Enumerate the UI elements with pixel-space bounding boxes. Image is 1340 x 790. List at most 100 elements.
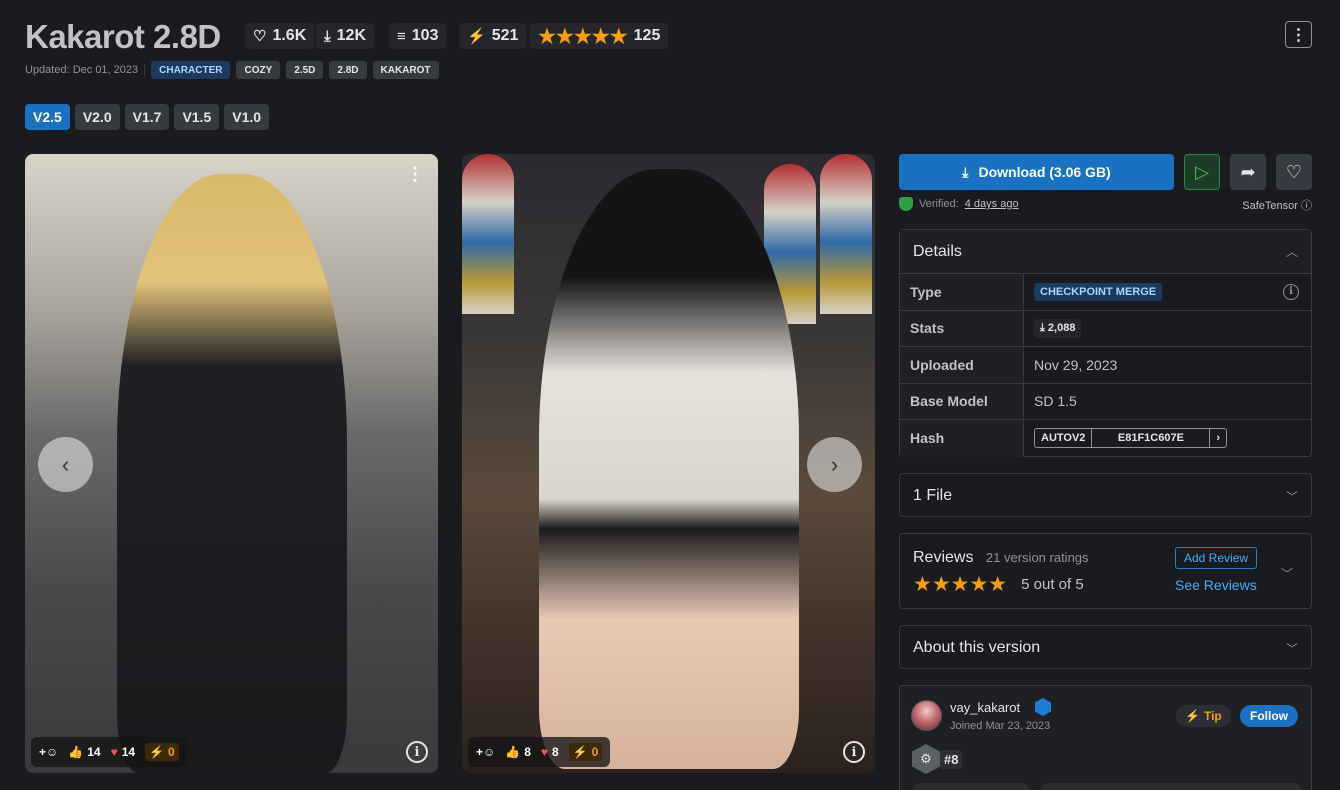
about-title: About this version	[913, 639, 1041, 656]
run-button[interactable]: ▷	[1184, 154, 1220, 190]
details-row-stats: Stats ⤓ 2,088	[900, 310, 1311, 347]
version-tab-v1-5[interactable]: V1.5	[174, 104, 220, 130]
likes-count: 1.6K	[272, 27, 307, 44]
reviews-count: 21 version ratings	[985, 550, 1089, 565]
details-row-type: Type CHECKPOINT MERGE i	[900, 274, 1311, 311]
image-kebab-icon[interactable]: ⋮	[406, 164, 424, 185]
image-reactions: +☺ 👍 14 ♥ 14 ⚡ 0	[31, 737, 187, 767]
buzz-count: 521	[491, 27, 519, 44]
details-row-hash: Hash AUTOV2 E81F1C607E ›	[900, 420, 1311, 457]
image-subject	[116, 174, 347, 773]
version-tab-v2-5[interactable]: V2.5	[25, 104, 70, 130]
avatar[interactable]	[911, 700, 942, 731]
creator-stat-pill	[1040, 783, 1302, 790]
file-format-label: SafeTensor	[1242, 200, 1298, 212]
collections-stat[interactable]: ≡ 103	[389, 23, 447, 49]
heart-reaction[interactable]: ♥ 14	[111, 745, 135, 759]
about-header[interactable]: About this version ﹀	[900, 626, 1311, 670]
hash-value[interactable]: E81F1C607E	[1092, 429, 1211, 448]
creator-username[interactable]: vay_kakarot	[950, 700, 1020, 715]
tip-button[interactable]: ⚡ Tip	[1176, 705, 1231, 727]
reviews-rating: ★★★★★ 5 out of 5	[913, 572, 1084, 597]
tag-2-8d[interactable]: 2.8D	[329, 61, 367, 79]
image-info-icon[interactable]: i	[406, 741, 428, 763]
thumbs-count: 8	[524, 745, 531, 759]
chevron-down-icon: ﹀	[1285, 641, 1298, 656]
kebab-icon: ⋮	[1290, 26, 1307, 44]
details-header[interactable]: Details ︿	[900, 230, 1311, 274]
bolt-icon: ⚡	[467, 28, 486, 45]
favorite-button[interactable]: ♡	[1276, 154, 1312, 190]
details-title: Details	[913, 242, 962, 260]
verified-label: Verified:	[919, 198, 959, 210]
version-tabs: V2.5 V2.0 V1.7 V1.5 V1.0	[25, 104, 270, 130]
meta-row: Updated: Dec 01, 2023 CHARACTER COZY 2.5…	[25, 61, 439, 79]
creator-stat-pill	[912, 783, 1030, 790]
reviews-title: Reviews	[913, 549, 974, 566]
details-row-base-model: Base Model SD 1.5	[900, 383, 1311, 420]
rating-summary: 5 out of 5	[1021, 576, 1084, 593]
details-key: Uploaded	[900, 347, 1024, 383]
download-stat-badge: ⤓ 2,088	[1034, 318, 1082, 338]
files-title: 1 File	[913, 487, 953, 504]
star-rating-icon: ★★★★★	[913, 573, 1008, 596]
tip-label: Tip	[1203, 709, 1222, 723]
version-tab-v1-0[interactable]: V1.0	[224, 104, 270, 130]
rating-stat[interactable]: ★★★★★ 125	[530, 23, 669, 49]
chevron-down-icon[interactable]: ﹀	[1281, 565, 1293, 582]
follow-button[interactable]: Follow	[1240, 705, 1298, 727]
tag-cozy[interactable]: COZY	[236, 61, 281, 79]
carousel-prev-button[interactable]: ‹	[38, 437, 93, 492]
tag-character[interactable]: CHARACTER	[151, 61, 231, 79]
add-review-button[interactable]: Add Review	[1175, 547, 1258, 569]
thumbs-up-reaction[interactable]: 👍 14	[68, 745, 100, 759]
download-icon: ⤓	[324, 27, 331, 45]
thumbs-up-reaction[interactable]: 👍 8	[505, 745, 531, 759]
gallery-image-2[interactable]: › +☺ 👍 8 ♥ 8 ⚡ 0 i	[462, 154, 875, 773]
details-key: Type	[900, 274, 1024, 310]
chevron-right-icon[interactable]: ›	[1210, 429, 1226, 447]
updated-date: Updated: Dec 01, 2023	[25, 64, 146, 76]
files-panel[interactable]: 1 File ﹀	[899, 473, 1312, 517]
verified-status: Verified: 4 days ago	[899, 197, 1019, 211]
creator-rank: #8	[940, 750, 963, 769]
details-key: Hash	[900, 420, 1024, 457]
verified-date[interactable]: 4 days ago	[965, 198, 1019, 210]
buzz-reaction[interactable]: ⚡ 0	[568, 743, 603, 761]
download-icon: ⤓	[1040, 321, 1048, 334]
heart-reaction[interactable]: ♥ 8	[541, 745, 559, 759]
about-panel[interactable]: About this version ﹀	[899, 625, 1312, 669]
creator-card: vay_kakarot Joined Mar 23, 2023 ⚡ Tip Fo…	[899, 685, 1312, 790]
downloads-count: 12K	[336, 27, 366, 44]
hash-selector[interactable]: AUTOV2 E81F1C607E ›	[1034, 428, 1228, 449]
image-info-icon[interactable]: i	[843, 741, 865, 763]
image-subject	[538, 169, 799, 769]
see-reviews-link[interactable]: See Reviews	[1175, 577, 1257, 593]
tag-kakarot[interactable]: KAKAROT	[372, 61, 439, 79]
bolt-icon: ⚡	[1185, 709, 1200, 723]
tag-2-5d[interactable]: 2.5D	[286, 61, 324, 79]
info-icon[interactable]: i	[1283, 283, 1299, 300]
likes-stat[interactable]: ♡ 1.6K	[245, 23, 315, 49]
heart-outline-icon: ♡	[1285, 161, 1303, 182]
download-button[interactable]: ⤓ Download (3.06 GB)	[899, 154, 1174, 190]
play-icon: ▷	[1195, 161, 1209, 182]
add-reaction-icon[interactable]: +☺	[39, 745, 58, 759]
version-tab-v2-0[interactable]: V2.0	[74, 104, 120, 130]
version-tab-v1-7[interactable]: V1.7	[124, 104, 170, 130]
add-reaction-icon[interactable]: +☺	[476, 745, 495, 759]
playlist-add-icon: ≡	[397, 27, 406, 45]
gallery-image-1[interactable]: ⋮ ‹ +☺ 👍 14 ♥ 14 ⚡ 0 i	[25, 154, 438, 773]
share-button[interactable]: ➦	[1230, 154, 1266, 190]
buzz-reaction[interactable]: ⚡ 0	[145, 743, 179, 761]
gear-rank-icon: ⚙	[912, 744, 940, 774]
details-row-uploaded: Uploaded Nov 29, 2023	[900, 347, 1311, 384]
creator-badge-icon	[1035, 698, 1051, 716]
info-icon[interactable]: ⓘ	[1301, 200, 1312, 212]
buzz-stat[interactable]: ⚡ 521	[459, 23, 527, 49]
chevron-left-icon: ‹	[61, 451, 70, 477]
carousel-next-button[interactable]: ›	[807, 437, 862, 492]
files-header[interactable]: 1 File ﹀	[900, 474, 1311, 518]
more-options-button[interactable]: ⋮	[1285, 21, 1312, 48]
buzz-tip-count: 0	[591, 745, 599, 759]
